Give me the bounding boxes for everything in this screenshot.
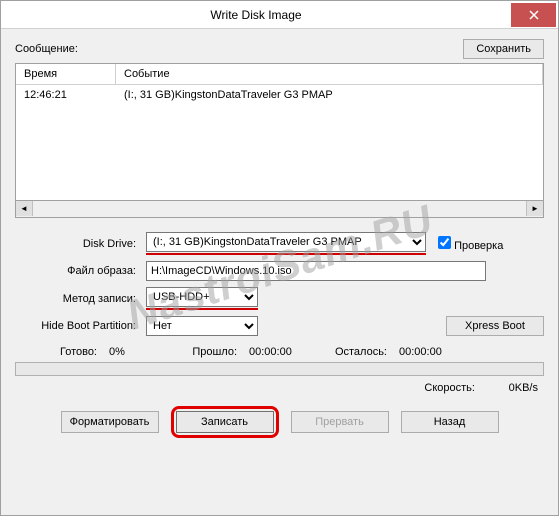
status-elapsed-label: Прошло: (163, 346, 243, 358)
close-button[interactable] (511, 3, 556, 27)
status-row: Готово: 0% Прошло: 00:00:00 Осталось: 00… (15, 346, 544, 358)
speed-row: Скорость: 0KB/s (15, 382, 544, 394)
content-area: Сообщение: Сохранить Время Событие 12:46… (1, 29, 558, 448)
status-ready-label: Готово: (15, 346, 103, 358)
scroll-track[interactable] (33, 201, 526, 217)
log-table: Время Событие 12:46:21 (I:, 31 GB)Kingst… (15, 63, 544, 201)
speed-value: 0KB/s (478, 382, 538, 394)
back-button[interactable]: Назад (401, 411, 499, 433)
horizontal-scrollbar[interactable]: ◄ ► (15, 201, 544, 218)
status-remaining-label: Осталось: (313, 346, 393, 358)
status-elapsed-value: 00:00:00 (243, 346, 313, 358)
red-underline (146, 253, 426, 255)
image-file-label: Файл образа: (15, 265, 140, 277)
format-button[interactable]: Форматировать (61, 411, 159, 433)
window: Write Disk Image Сообщение: Сохранить Вр… (0, 0, 559, 516)
disk-drive-label: Disk Drive: (15, 238, 140, 250)
red-underline (146, 308, 258, 310)
log-header: Время Событие (16, 64, 543, 85)
hide-boot-label: Hide Boot Partition: (15, 320, 140, 332)
hide-boot-select[interactable]: Нет (146, 316, 258, 336)
log-body: 12:46:21 (I:, 31 GB)KingstonDataTraveler… (16, 85, 543, 200)
scroll-right-arrow[interactable]: ► (526, 201, 543, 216)
write-method-row: Метод записи: USB-HDD+ (15, 287, 544, 310)
write-button[interactable]: Записать (176, 411, 274, 433)
disk-drive-select[interactable]: (I:, 31 GB)KingstonDataTraveler G3 PMAP (146, 232, 426, 252)
log-cell-event: (I:, 31 GB)KingstonDataTraveler G3 PMAP (116, 85, 543, 105)
button-row: Форматировать Записать Прервать Назад (15, 406, 544, 438)
save-button[interactable]: Сохранить (463, 39, 544, 59)
close-icon (529, 10, 539, 20)
log-cell-time: 12:46:21 (16, 85, 116, 105)
column-time[interactable]: Время (16, 64, 116, 84)
window-title: Write Disk Image (1, 8, 511, 22)
verify-label: Проверка (454, 240, 503, 252)
verify-checkbox-wrap[interactable]: Проверка (438, 236, 503, 252)
xpress-boot-button[interactable]: Xpress Boot (446, 316, 544, 336)
form-area: Disk Drive: (I:, 31 GB)KingstonDataTrave… (15, 232, 544, 438)
write-method-label: Метод записи: (15, 293, 140, 305)
write-method-select[interactable]: USB-HDD+ (146, 287, 258, 307)
progress-bar (15, 362, 544, 376)
abort-button: Прервать (291, 411, 389, 433)
verify-checkbox[interactable] (438, 236, 451, 249)
status-percent: 0% (103, 346, 163, 358)
message-label: Сообщение: (15, 43, 78, 55)
speed-label: Скорость: (424, 382, 475, 394)
log-row[interactable]: 12:46:21 (I:, 31 GB)KingstonDataTraveler… (16, 85, 543, 105)
image-file-row: Файл образа: (15, 261, 544, 281)
titlebar: Write Disk Image (1, 1, 558, 29)
hide-boot-row: Hide Boot Partition: Нет Xpress Boot (15, 316, 544, 336)
image-file-input[interactable] (146, 261, 486, 281)
scroll-left-arrow[interactable]: ◄ (16, 201, 33, 216)
status-remaining-value: 00:00:00 (393, 346, 463, 358)
message-header-row: Сообщение: Сохранить (15, 39, 544, 59)
highlight-ring: Записать (171, 406, 279, 438)
column-event[interactable]: Событие (116, 64, 543, 84)
disk-drive-row: Disk Drive: (I:, 31 GB)KingstonDataTrave… (15, 232, 544, 255)
